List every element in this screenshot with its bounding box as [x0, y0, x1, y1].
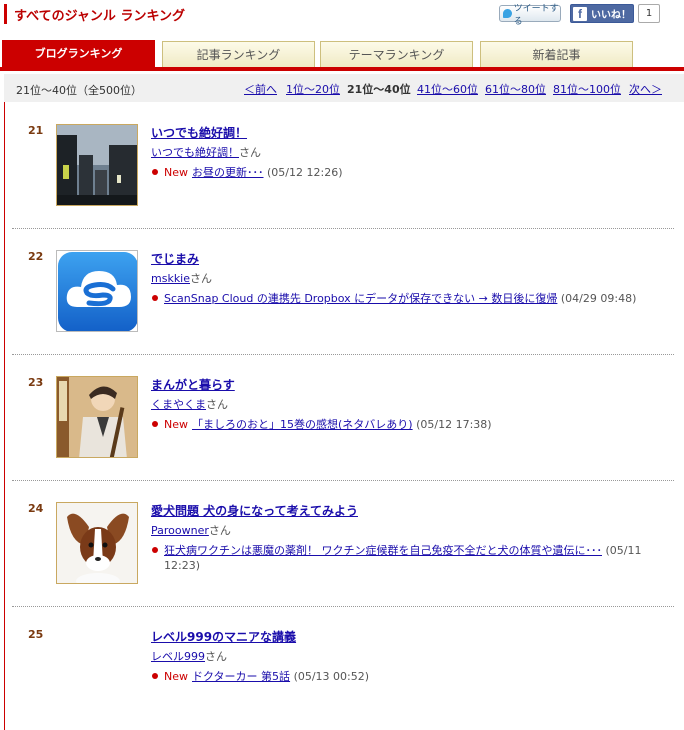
pager-prev-link[interactable]: ＜前へ [244, 81, 277, 97]
pager-page-4-link[interactable]: 61位～80位 [485, 81, 546, 97]
city-photo-image [57, 125, 137, 205]
pager-current-page: 21位～40位 [347, 83, 411, 96]
author-link[interactable]: mskkie [151, 272, 190, 285]
latest-post: ScanSnap Cloud の連携先 Dropbox にデータが保存できない … [151, 291, 661, 306]
blog-thumbnail[interactable] [56, 124, 138, 206]
post-link[interactable]: ScanSnap Cloud の連携先 Dropbox にデータが保存できない … [164, 292, 557, 305]
post-link[interactable]: 「ましろのおと」15巻の感想(ネタバレあり) [192, 418, 413, 431]
bullet-icon [152, 295, 158, 301]
tab-new-articles[interactable]: 新着記事 [480, 41, 633, 68]
header-accent-bar [4, 4, 7, 24]
new-badge: New [164, 418, 188, 431]
post-link[interactable]: ドクターカー 第5話 [192, 670, 290, 683]
twitter-bird-icon [503, 9, 512, 18]
tab-theme-ranking[interactable]: テーマランキング [320, 41, 473, 68]
like-label: いいね！ [591, 10, 631, 21]
tab-blog-ranking[interactable]: ブログランキング [2, 40, 155, 68]
blog-title-link[interactable]: いつでも絶好調！ [151, 124, 247, 141]
blog-thumbnail[interactable] [56, 502, 138, 584]
ranking-entry: 25 レベル999のマニアな講義 レベル999さん New ドクターカー 第5話 … [12, 628, 674, 698]
entry-divider [12, 354, 674, 355]
author-suffix: さん [208, 524, 231, 537]
post-date: (05/13 00:52) [293, 670, 370, 683]
tabs-underline [0, 67, 684, 71]
tweet-button[interactable]: ツイートする [499, 4, 561, 27]
author: レベル999さん [151, 648, 227, 664]
blog-title-link[interactable]: 愛犬問題 犬の身になって考えてみよう [151, 502, 358, 519]
author: mskkieさん [151, 270, 212, 286]
author: いつでも絶好調！さん [151, 144, 261, 160]
author-suffix: さん [190, 272, 213, 285]
ranking-entry: 22 でじまみ mskkieさん ScanSnap Cloud の連携先 Dro… [12, 250, 674, 340]
rank-number: 23 [28, 376, 44, 389]
papillon-dog-photo [57, 503, 137, 583]
scansnap-cloud-icon [58, 252, 137, 331]
author-suffix: さん [206, 398, 228, 411]
blog-title-link[interactable]: まんがと暮らす [151, 376, 235, 393]
author: くまやくまさん [151, 396, 228, 412]
author-link[interactable]: くまやくま [151, 398, 206, 411]
blog-title-link[interactable]: でじまみ [151, 250, 199, 267]
new-badge: New [164, 670, 188, 683]
author-link[interactable]: レベル999 [151, 650, 205, 663]
post-date: (05/12 17:38) [416, 418, 492, 431]
blog-title-link[interactable]: レベル999のマニアな講義 [151, 628, 296, 645]
pager-page-5-link[interactable]: 81位～100位 [553, 81, 621, 97]
pager-page-1-link[interactable]: 1位～20位 [286, 81, 340, 97]
pager-page-3-link[interactable]: 41位～60位 [417, 81, 478, 97]
blog-thumbnail[interactable] [56, 250, 138, 332]
facebook-like-button[interactable]: f いいね！ [570, 4, 634, 23]
author-link[interactable]: Paroowner [151, 524, 209, 537]
latest-post: New 「ましろのおと」15巻の感想(ネタバレあり) (05/12 17:38) [151, 417, 661, 432]
manga-cover-image [57, 377, 137, 457]
like-count: 1 [638, 4, 660, 23]
bullet-icon [152, 673, 158, 679]
latest-post: New ドクターカー 第5話 (05/13 00:52) [151, 669, 661, 684]
ranking-entry: 21 いつでも絶好調！ いつでも絶好調！さん New お昼の更新･･･ (05/1… [12, 124, 674, 214]
ranking-tabs: ブログランキング 記事ランキング テーマランキング 新着記事 [0, 40, 684, 71]
author-link[interactable]: いつでも絶好調！ [151, 146, 239, 159]
tab-article-ranking[interactable]: 記事ランキング [162, 41, 315, 68]
rank-number: 24 [28, 502, 44, 515]
bullet-icon [152, 547, 158, 553]
content-left-border [4, 102, 5, 730]
page-title: すべてのジャンル ランキング [14, 9, 186, 24]
bullet-icon [152, 169, 158, 175]
header: すべてのジャンル ランキング ツイートする f いいね！ 1 [0, 0, 684, 30]
author-suffix: さん [239, 146, 261, 159]
latest-post: 狂犬病ワクチンは悪魔の薬剤！ ワクチン症候群を自己免疫不全だと犬の体質や遺伝に･… [151, 543, 661, 573]
new-badge: New [164, 166, 188, 179]
bullet-icon [152, 421, 158, 427]
rank-number: 22 [28, 250, 44, 263]
tweet-label: ツイートする [513, 3, 559, 27]
author-suffix: さん [205, 650, 227, 663]
result-count: 21位～40位（全500位） [16, 84, 142, 97]
author: Paroownerさん [151, 522, 231, 538]
pager-next-link[interactable]: 次へ＞ [629, 81, 662, 97]
post-date: (04/29 09:48) [560, 292, 637, 305]
entry-divider [12, 606, 674, 607]
rank-number: 21 [28, 124, 44, 137]
rank-number: 25 [28, 628, 44, 641]
blog-thumbnail[interactable] [56, 376, 138, 458]
ranking-entry: 24 愛犬問題 犬の身になって考えてみよう Paroownerさん 狂犬病ワクチ… [12, 502, 674, 592]
latest-post: New お昼の更新･･･ (05/12 12:26) [151, 165, 661, 180]
post-date: (05/12 12:26) [267, 166, 343, 179]
pagination-bar: 21位～40位（全500位） ＜前へ 1位～20位 21位～40位 41位～60… [4, 74, 684, 102]
facebook-icon: f [573, 6, 587, 21]
post-link[interactable]: 狂犬病ワクチンは悪魔の薬剤！ ワクチン症候群を自己免疫不全だと犬の体質や遺伝に･… [164, 544, 602, 557]
ranking-entry: 23 まんがと暮らす くまやくまさん New 「ましろのおと」15巻の感想(ネタバ… [12, 376, 674, 466]
post-link[interactable]: お昼の更新･･･ [192, 166, 264, 179]
entry-divider [12, 228, 674, 229]
entry-divider [12, 480, 674, 481]
